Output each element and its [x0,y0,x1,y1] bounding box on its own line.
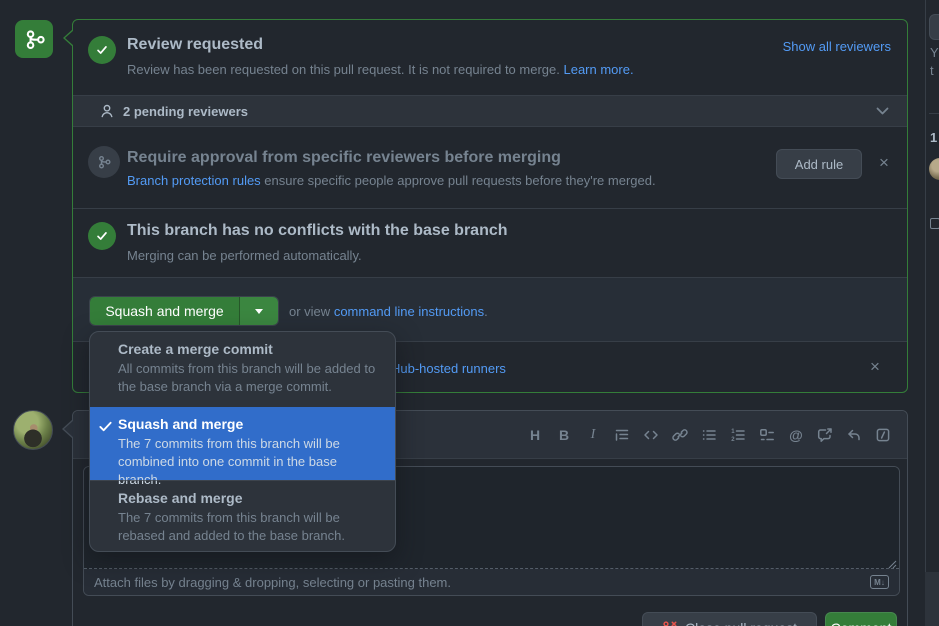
chevron-down-icon[interactable] [876,107,889,116]
comment-button[interactable]: Comment [825,612,897,626]
caret-down-icon [255,309,263,314]
sidebar-avatar-fragment[interactable] [929,158,939,180]
protection-subtitle: Branch protection rules ensure specific … [127,173,656,188]
merge-options-dropdown-button[interactable] [239,297,278,325]
menu-item-rebase-and-merge[interactable]: Rebase and merge The 7 commits from this… [90,480,395,552]
quote-icon[interactable] [614,427,630,443]
heading-icon[interactable]: H [527,427,543,443]
review-requested-title: Review requested [127,36,263,54]
check-circle-icon [88,222,116,250]
svg-text:2: 2 [731,437,735,443]
pull-request-closed-icon [662,620,678,626]
no-conflicts-section: This branch has no conflicts with the ba… [73,208,907,277]
close-pull-request-button[interactable]: Close pull request [642,612,817,626]
timeline-merge-icon [15,20,53,58]
pull-request-page: Review requested Review has been request… [0,0,939,626]
check-circle-icon [88,36,116,64]
sidebar-text-fragment: Y [930,45,939,60]
git-branch-icon [23,28,45,50]
menu-item-create-merge-commit[interactable]: Create a merge commit All commits from t… [90,332,395,407]
learn-more-link[interactable]: Learn more. [563,62,633,77]
sidebar-button-fragment[interactable] [929,14,939,40]
branch-protection-rules-link[interactable]: Branch protection rules [127,173,261,188]
menu-item-squash-and-merge[interactable]: Squash and merge The 7 commits from this… [90,407,395,480]
show-all-reviewers-link[interactable]: Show all reviewers [783,39,891,54]
italic-icon[interactable]: I [585,427,601,443]
check-icon [98,419,113,434]
cli-instructions-line: or view command line instructions. [289,304,488,319]
merge-method-dropdown: Create a merge commit All commits from t… [89,331,396,552]
pending-reviewers-row[interactable]: 2 pending reviewers [73,95,907,127]
no-conflicts-title: This branch has no conflicts with the ba… [127,222,508,240]
no-conflicts-subtitle: Merging can be performed automatically. [127,248,362,263]
add-rule-button[interactable]: Add rule [776,149,862,179]
sidebar-divider [925,0,926,572]
merge-button-group: Squash and merge [89,296,279,326]
bold-icon[interactable]: B [556,427,572,443]
sidebar-section-divider [929,113,939,114]
dismiss-notice-icon[interactable]: × [870,359,880,375]
resize-grip[interactable] [887,559,897,569]
sidebar-panel-fragment [925,572,939,626]
dismiss-protection-icon[interactable]: × [879,155,889,171]
user-avatar [13,410,53,450]
unordered-list-icon[interactable] [701,427,717,443]
task-list-icon[interactable] [759,427,775,443]
review-requested-subtitle: Review has been requested on this pull r… [127,62,634,77]
branch-protection-icon [88,146,120,178]
attach-files-bar[interactable]: Attach files by dragging & dropping, sel… [84,569,899,596]
protection-title: Require approval from specific reviewers… [127,149,561,167]
sidebar-text-fragment: t [930,63,934,78]
review-requested-section: Review requested Review has been request… [73,20,907,95]
reply-icon[interactable] [846,427,862,443]
mention-icon[interactable]: @ [788,427,804,443]
pending-reviewers-label: 2 pending reviewers [123,104,248,119]
person-icon [99,103,115,119]
slash-command-icon[interactable] [875,427,891,443]
sidebar-count-fragment: 1 [930,130,937,145]
composer-actions: Close pull request Comment [642,612,897,626]
branch-protection-section: Require approval from specific reviewers… [73,127,907,208]
markdown-icon: M↓ [870,575,889,589]
code-icon[interactable] [643,427,659,443]
sidebar-icon-fragment [930,218,939,229]
cross-reference-icon[interactable] [817,427,833,443]
command-line-instructions-link[interactable]: command line instructions [334,304,484,319]
svg-text:1: 1 [731,429,735,435]
squash-and-merge-button[interactable]: Squash and merge [90,297,239,325]
ordered-list-icon[interactable]: 12 [730,427,746,443]
hosted-runners-link[interactable]: Hub-hosted runners [391,361,506,376]
link-icon[interactable] [672,427,688,443]
